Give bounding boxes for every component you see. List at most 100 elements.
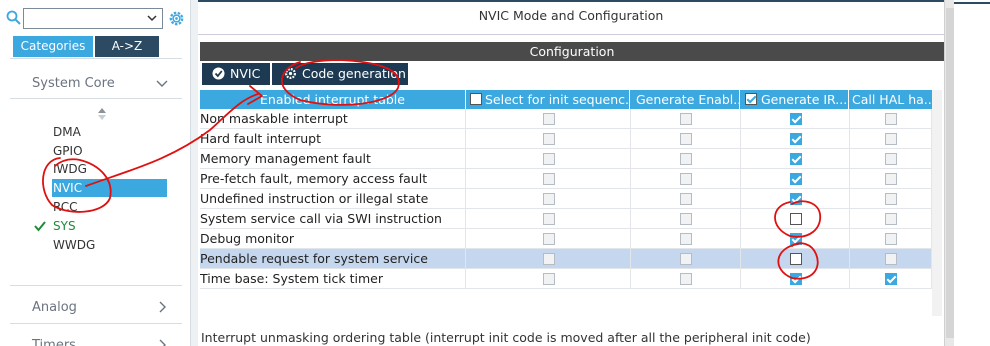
gear-icon[interactable] xyxy=(167,9,186,28)
column-header-enabled-interrupt[interactable]: Enabled interrupt table xyxy=(200,90,466,109)
row-checkbox[interactable] xyxy=(885,253,897,265)
table-cell xyxy=(467,169,631,189)
row-checkbox[interactable] xyxy=(680,273,692,285)
row-checkbox[interactable] xyxy=(680,133,692,145)
row-checkbox[interactable] xyxy=(885,173,897,185)
table-cell xyxy=(850,249,932,269)
chevron-down-icon[interactable] xyxy=(156,77,168,89)
main-scrollbar[interactable] xyxy=(944,0,954,346)
row-checkbox[interactable] xyxy=(680,113,692,125)
row-checkbox[interactable] xyxy=(543,173,555,185)
row-checkbox[interactable] xyxy=(680,233,692,245)
category-system-core[interactable]: System Core xyxy=(32,76,115,94)
table-row[interactable]: Pendable request for system service xyxy=(200,249,932,269)
table-row[interactable]: Debug monitor xyxy=(200,229,932,249)
sidebar-item-rcc[interactable]: RCC xyxy=(53,198,167,216)
sidebar-item-nvic[interactable]: NVIC xyxy=(52,179,167,197)
row-checkbox[interactable] xyxy=(790,173,802,185)
row-checkbox[interactable] xyxy=(543,233,555,245)
table-row[interactable]: Pre-fetch fault, memory access fault xyxy=(200,169,932,189)
table-row[interactable]: Hard fault interrupt xyxy=(200,129,932,149)
row-checkbox[interactable] xyxy=(790,113,802,125)
interrupt-name: Hard fault interrupt xyxy=(200,129,466,149)
row-checkbox[interactable] xyxy=(790,193,802,205)
row-checkbox[interactable] xyxy=(790,153,802,165)
search-input[interactable] xyxy=(23,8,163,29)
header-checkbox-select-init[interactable] xyxy=(470,93,482,105)
row-checkbox[interactable] xyxy=(885,113,897,125)
row-checkbox[interactable] xyxy=(543,273,555,285)
table-cell xyxy=(467,249,631,269)
table-row[interactable]: System service call via SWI instruction xyxy=(200,209,932,229)
interrupt-name: Non maskable interrupt xyxy=(200,109,466,129)
column-header-select-init[interactable]: Select for init sequenc... xyxy=(467,90,630,109)
row-checkbox[interactable] xyxy=(543,113,555,125)
sort-icon[interactable] xyxy=(98,108,106,120)
table-cell xyxy=(741,249,850,269)
tab-code-generation-label: Code generation xyxy=(302,66,406,81)
header-checkbox-generate-irq[interactable] xyxy=(745,93,757,105)
main-scrollbar-thumb[interactable] xyxy=(946,8,954,338)
row-checkbox[interactable] xyxy=(790,133,802,145)
sidebar-item-wwdg[interactable]: WWDG xyxy=(53,236,167,254)
chevron-right-icon[interactable] xyxy=(156,339,168,346)
table-cell xyxy=(631,189,741,209)
config-tabs: NVIC Code generation xyxy=(200,63,944,85)
row-checkbox[interactable] xyxy=(885,273,897,285)
table-scrollbar[interactable] xyxy=(932,90,942,316)
row-checkbox[interactable] xyxy=(680,193,692,205)
row-checkbox[interactable] xyxy=(790,233,802,245)
category-analog[interactable]: Analog xyxy=(32,300,77,318)
tab-a-to-z[interactable]: A->Z xyxy=(95,36,159,57)
row-checkbox[interactable] xyxy=(885,213,897,225)
row-checkbox[interactable] xyxy=(680,213,692,225)
column-header-call-hal[interactable]: Call HAL ha... xyxy=(850,90,932,109)
panel-splitter[interactable] xyxy=(190,0,198,346)
sidebar-item-sys[interactable]: SYS xyxy=(53,217,167,235)
table-row[interactable]: Undefined instruction or illegal state xyxy=(200,189,932,209)
column-header-generate-irq[interactable]: Generate IR... xyxy=(741,90,849,109)
row-checkbox[interactable] xyxy=(790,213,802,225)
row-checkbox[interactable] xyxy=(680,173,692,185)
row-checkbox[interactable] xyxy=(543,153,555,165)
row-checkbox[interactable] xyxy=(790,273,802,285)
interrupt-name: Pre-fetch fault, memory access fault xyxy=(200,169,466,189)
row-checkbox[interactable] xyxy=(790,253,802,265)
sidebar-item-gpio[interactable]: GPIO xyxy=(53,142,167,160)
table-cell xyxy=(467,229,631,249)
table-header: Enabled interrupt table Select for init … xyxy=(200,90,932,109)
row-checkbox[interactable] xyxy=(543,213,555,225)
table-cell xyxy=(741,129,850,149)
row-checkbox[interactable] xyxy=(543,133,555,145)
row-checkbox[interactable] xyxy=(680,253,692,265)
table-row[interactable]: Memory management fault xyxy=(200,149,932,169)
row-checkbox[interactable] xyxy=(885,193,897,205)
row-checkbox[interactable] xyxy=(885,233,897,245)
table-row[interactable]: Time base: System tick timer xyxy=(200,269,932,289)
table-cell xyxy=(741,169,850,189)
chevron-right-icon[interactable] xyxy=(156,301,168,313)
configuration-header: Configuration xyxy=(200,42,944,61)
table-cell xyxy=(741,189,850,209)
page-title: NVIC Mode and Configuration xyxy=(478,8,664,23)
table-cell xyxy=(850,209,932,229)
category-timers[interactable]: Timers xyxy=(32,338,76,346)
row-checkbox[interactable] xyxy=(543,253,555,265)
row-checkbox[interactable] xyxy=(885,153,897,165)
row-checkbox[interactable] xyxy=(885,133,897,145)
tab-code-generation[interactable]: Code generation xyxy=(272,63,408,85)
tab-nvic[interactable]: NVIC xyxy=(202,63,270,85)
row-checkbox[interactable] xyxy=(680,153,692,165)
column-header-generate-enable[interactable]: Generate Enabl... xyxy=(631,90,740,109)
table-cell xyxy=(631,149,741,169)
sidebar-item-iwdg[interactable]: IWDG xyxy=(53,160,167,178)
chevron-down-icon[interactable] xyxy=(146,12,158,24)
table-cell xyxy=(741,269,850,289)
table-cell xyxy=(467,109,631,129)
divider xyxy=(10,285,182,286)
tab-categories[interactable]: Categories xyxy=(13,36,93,57)
search-icon[interactable] xyxy=(6,10,22,26)
row-checkbox[interactable] xyxy=(543,193,555,205)
table-row[interactable]: Non maskable interrupt xyxy=(200,109,932,129)
sidebar-item-dma[interactable]: DMA xyxy=(53,123,167,141)
